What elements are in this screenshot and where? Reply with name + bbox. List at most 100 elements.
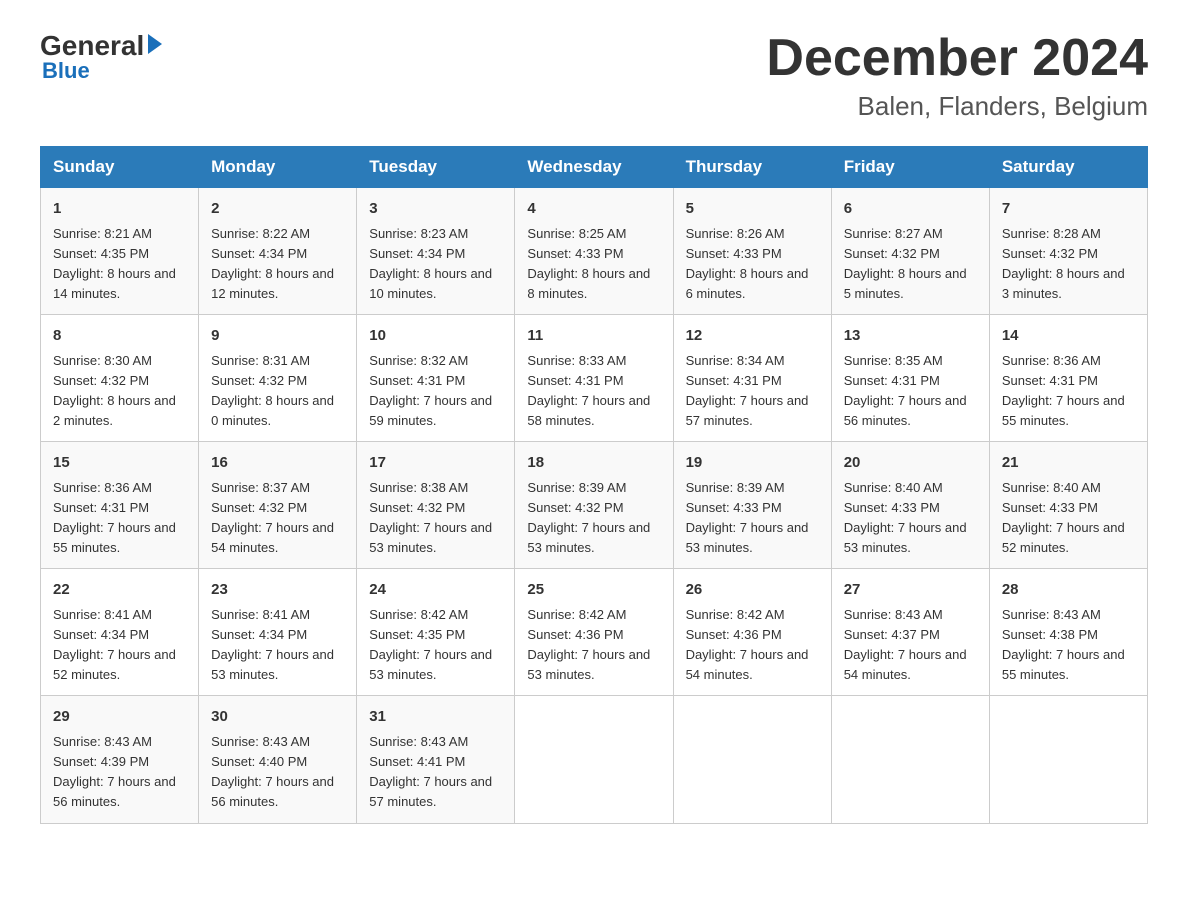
day-info: Sunrise: 8:43 AMSunset: 4:41 PMDaylight:… [369, 732, 502, 813]
day-info: Sunrise: 8:25 AMSunset: 4:33 PMDaylight:… [527, 224, 660, 305]
day-info: Sunrise: 8:26 AMSunset: 4:33 PMDaylight:… [686, 224, 819, 305]
day-number: 27 [844, 579, 977, 602]
calendar-location: Balen, Flanders, Belgium [766, 91, 1148, 122]
calendar-cell: 14 Sunrise: 8:36 AMSunset: 4:31 PMDaylig… [989, 315, 1147, 442]
calendar-week-row: 29 Sunrise: 8:43 AMSunset: 4:39 PMDaylig… [41, 696, 1148, 823]
day-number: 8 [53, 325, 186, 348]
calendar-cell: 28 Sunrise: 8:43 AMSunset: 4:38 PMDaylig… [989, 569, 1147, 696]
day-info: Sunrise: 8:34 AMSunset: 4:31 PMDaylight:… [686, 351, 819, 432]
day-number: 31 [369, 706, 502, 729]
day-number: 11 [527, 325, 660, 348]
title-block: December 2024 Balen, Flanders, Belgium [766, 30, 1148, 122]
day-number: 20 [844, 452, 977, 475]
day-number: 28 [1002, 579, 1135, 602]
day-number: 3 [369, 198, 502, 221]
day-number: 21 [1002, 452, 1135, 475]
calendar-cell: 26 Sunrise: 8:42 AMSunset: 4:36 PMDaylig… [673, 569, 831, 696]
logo-arrow-icon [148, 34, 162, 54]
day-info: Sunrise: 8:33 AMSunset: 4:31 PMDaylight:… [527, 351, 660, 432]
calendar-cell: 31 Sunrise: 8:43 AMSunset: 4:41 PMDaylig… [357, 696, 515, 823]
calendar-cell: 22 Sunrise: 8:41 AMSunset: 4:34 PMDaylig… [41, 569, 199, 696]
day-info: Sunrise: 8:37 AMSunset: 4:32 PMDaylight:… [211, 478, 344, 559]
calendar-cell: 8 Sunrise: 8:30 AMSunset: 4:32 PMDayligh… [41, 315, 199, 442]
day-number: 30 [211, 706, 344, 729]
day-number: 23 [211, 579, 344, 602]
calendar-header-row: SundayMondayTuesdayWednesdayThursdayFrid… [41, 147, 1148, 188]
calendar-week-row: 8 Sunrise: 8:30 AMSunset: 4:32 PMDayligh… [41, 315, 1148, 442]
header-wednesday: Wednesday [515, 147, 673, 188]
calendar-cell: 23 Sunrise: 8:41 AMSunset: 4:34 PMDaylig… [199, 569, 357, 696]
calendar-cell: 9 Sunrise: 8:31 AMSunset: 4:32 PMDayligh… [199, 315, 357, 442]
day-info: Sunrise: 8:30 AMSunset: 4:32 PMDaylight:… [53, 351, 186, 432]
day-info: Sunrise: 8:42 AMSunset: 4:36 PMDaylight:… [686, 605, 819, 686]
day-info: Sunrise: 8:36 AMSunset: 4:31 PMDaylight:… [53, 478, 186, 559]
day-info: Sunrise: 8:28 AMSunset: 4:32 PMDaylight:… [1002, 224, 1135, 305]
calendar-cell: 18 Sunrise: 8:39 AMSunset: 4:32 PMDaylig… [515, 442, 673, 569]
day-info: Sunrise: 8:41 AMSunset: 4:34 PMDaylight:… [53, 605, 186, 686]
day-info: Sunrise: 8:36 AMSunset: 4:31 PMDaylight:… [1002, 351, 1135, 432]
calendar-cell: 2 Sunrise: 8:22 AMSunset: 4:34 PMDayligh… [199, 188, 357, 315]
header-thursday: Thursday [673, 147, 831, 188]
day-number: 10 [369, 325, 502, 348]
day-number: 24 [369, 579, 502, 602]
header-sunday: Sunday [41, 147, 199, 188]
calendar-cell: 4 Sunrise: 8:25 AMSunset: 4:33 PMDayligh… [515, 188, 673, 315]
calendar-cell: 29 Sunrise: 8:43 AMSunset: 4:39 PMDaylig… [41, 696, 199, 823]
header-tuesday: Tuesday [357, 147, 515, 188]
day-number: 15 [53, 452, 186, 475]
day-info: Sunrise: 8:40 AMSunset: 4:33 PMDaylight:… [1002, 478, 1135, 559]
day-info: Sunrise: 8:31 AMSunset: 4:32 PMDaylight:… [211, 351, 344, 432]
day-number: 25 [527, 579, 660, 602]
day-info: Sunrise: 8:27 AMSunset: 4:32 PMDaylight:… [844, 224, 977, 305]
header-saturday: Saturday [989, 147, 1147, 188]
day-number: 18 [527, 452, 660, 475]
day-number: 1 [53, 198, 186, 221]
day-info: Sunrise: 8:42 AMSunset: 4:36 PMDaylight:… [527, 605, 660, 686]
calendar-cell: 6 Sunrise: 8:27 AMSunset: 4:32 PMDayligh… [831, 188, 989, 315]
header-friday: Friday [831, 147, 989, 188]
calendar-cell: 11 Sunrise: 8:33 AMSunset: 4:31 PMDaylig… [515, 315, 673, 442]
calendar-cell: 20 Sunrise: 8:40 AMSunset: 4:33 PMDaylig… [831, 442, 989, 569]
day-number: 14 [1002, 325, 1135, 348]
calendar-week-row: 1 Sunrise: 8:21 AMSunset: 4:35 PMDayligh… [41, 188, 1148, 315]
day-number: 16 [211, 452, 344, 475]
calendar-cell: 24 Sunrise: 8:42 AMSunset: 4:35 PMDaylig… [357, 569, 515, 696]
calendar-cell [989, 696, 1147, 823]
day-info: Sunrise: 8:22 AMSunset: 4:34 PMDaylight:… [211, 224, 344, 305]
day-info: Sunrise: 8:42 AMSunset: 4:35 PMDaylight:… [369, 605, 502, 686]
logo-blue: Blue [42, 58, 90, 84]
calendar-table: SundayMondayTuesdayWednesdayThursdayFrid… [40, 146, 1148, 823]
day-info: Sunrise: 8:21 AMSunset: 4:35 PMDaylight:… [53, 224, 186, 305]
header-monday: Monday [199, 147, 357, 188]
day-info: Sunrise: 8:39 AMSunset: 4:32 PMDaylight:… [527, 478, 660, 559]
day-number: 2 [211, 198, 344, 221]
calendar-title: December 2024 [766, 30, 1148, 87]
day-number: 5 [686, 198, 819, 221]
calendar-cell [831, 696, 989, 823]
day-info: Sunrise: 8:43 AMSunset: 4:40 PMDaylight:… [211, 732, 344, 813]
calendar-cell: 15 Sunrise: 8:36 AMSunset: 4:31 PMDaylig… [41, 442, 199, 569]
page-header: General Blue December 2024 Balen, Flande… [40, 30, 1148, 122]
day-number: 7 [1002, 198, 1135, 221]
day-info: Sunrise: 8:43 AMSunset: 4:39 PMDaylight:… [53, 732, 186, 813]
day-info: Sunrise: 8:43 AMSunset: 4:37 PMDaylight:… [844, 605, 977, 686]
logo: General Blue [40, 30, 162, 84]
day-info: Sunrise: 8:32 AMSunset: 4:31 PMDaylight:… [369, 351, 502, 432]
day-info: Sunrise: 8:43 AMSunset: 4:38 PMDaylight:… [1002, 605, 1135, 686]
calendar-cell [515, 696, 673, 823]
day-number: 4 [527, 198, 660, 221]
day-number: 26 [686, 579, 819, 602]
day-info: Sunrise: 8:38 AMSunset: 4:32 PMDaylight:… [369, 478, 502, 559]
calendar-cell: 5 Sunrise: 8:26 AMSunset: 4:33 PMDayligh… [673, 188, 831, 315]
day-number: 22 [53, 579, 186, 602]
calendar-cell: 13 Sunrise: 8:35 AMSunset: 4:31 PMDaylig… [831, 315, 989, 442]
calendar-cell: 10 Sunrise: 8:32 AMSunset: 4:31 PMDaylig… [357, 315, 515, 442]
calendar-cell: 27 Sunrise: 8:43 AMSunset: 4:37 PMDaylig… [831, 569, 989, 696]
day-info: Sunrise: 8:23 AMSunset: 4:34 PMDaylight:… [369, 224, 502, 305]
day-number: 13 [844, 325, 977, 348]
calendar-cell: 19 Sunrise: 8:39 AMSunset: 4:33 PMDaylig… [673, 442, 831, 569]
day-number: 6 [844, 198, 977, 221]
calendar-week-row: 15 Sunrise: 8:36 AMSunset: 4:31 PMDaylig… [41, 442, 1148, 569]
calendar-cell: 16 Sunrise: 8:37 AMSunset: 4:32 PMDaylig… [199, 442, 357, 569]
calendar-cell: 12 Sunrise: 8:34 AMSunset: 4:31 PMDaylig… [673, 315, 831, 442]
